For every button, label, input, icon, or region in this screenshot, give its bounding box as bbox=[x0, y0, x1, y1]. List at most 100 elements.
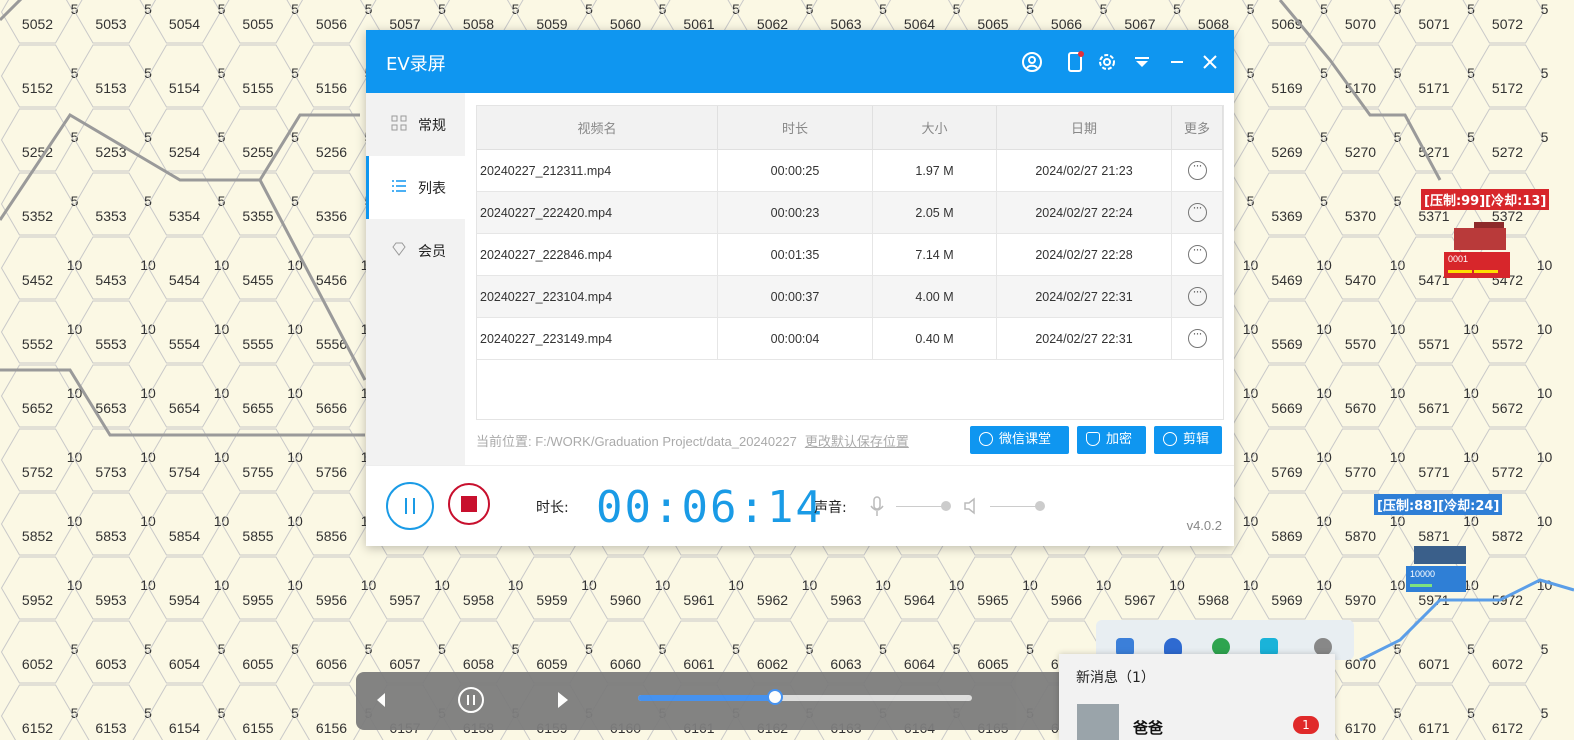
hex-id-label: 5752 bbox=[22, 464, 53, 480]
hex-id-label: 5356 bbox=[316, 208, 347, 224]
sidebar-item-general[interactable]: 常规 bbox=[366, 93, 465, 156]
sidebar-item-list[interactable]: 列表 bbox=[366, 156, 465, 219]
table-row[interactable]: 20240227_212311.mp4 00:00:25 1.97 M 2024… bbox=[477, 149, 1223, 192]
list-icon bbox=[392, 180, 406, 192]
hex-value-label: 5 bbox=[1394, 193, 1402, 209]
hex-id-label: 5853 bbox=[95, 528, 126, 544]
sidebar-item-vip[interactable]: 会员 bbox=[366, 219, 465, 282]
hex-cell bbox=[0, 300, 75, 364]
more-options-icon[interactable] bbox=[1187, 200, 1207, 222]
more-options-icon[interactable] bbox=[1187, 284, 1207, 306]
blue-tank-unit[interactable]: 10000 bbox=[1406, 544, 1472, 594]
table-row[interactable]: 20240227_223149.mp4 00:00:04 0.40 M 2024… bbox=[477, 317, 1223, 360]
hex-value-label: 5 bbox=[365, 1, 373, 17]
column-header-size[interactable]: 大小 bbox=[872, 106, 997, 150]
hex-id-label: 6155 bbox=[242, 720, 273, 736]
previous-icon[interactable] bbox=[366, 685, 396, 715]
hex-value-label: 5 bbox=[1247, 65, 1255, 81]
minimize-icon[interactable] bbox=[1165, 50, 1189, 74]
next-icon[interactable] bbox=[548, 685, 578, 715]
save-location: 当前位置: F:/WORK/Graduation Project/data_20… bbox=[476, 431, 909, 450]
progress-handle[interactable] bbox=[766, 689, 783, 705]
hex-id-label: 6061 bbox=[683, 656, 714, 672]
speaker-volume-handle[interactable] bbox=[1035, 501, 1045, 511]
microphone-icon[interactable] bbox=[869, 496, 885, 518]
stop-button[interactable] bbox=[448, 483, 490, 525]
hex-id-label: 5352 bbox=[22, 208, 53, 224]
ev-recorder-window: EV录屏 常规 列表 会员 视频名 时长 大小 日期 更多 20240227_2… bbox=[366, 30, 1234, 546]
wechat-class-button[interactable]: 微信课堂 bbox=[970, 426, 1069, 454]
hex-id-label: 5672 bbox=[1492, 400, 1523, 416]
hex-cell bbox=[1103, 556, 1177, 620]
cell-more bbox=[1171, 275, 1223, 318]
table-row[interactable]: 20240227_222846.mp4 00:01:35 7.14 M 2024… bbox=[477, 233, 1223, 276]
progress-bar[interactable] bbox=[638, 689, 972, 705]
hex-id-label: 5769 bbox=[1271, 464, 1302, 480]
hex-id-label: 5770 bbox=[1345, 464, 1376, 480]
hex-cell bbox=[515, 556, 589, 620]
hex-id-label: 5955 bbox=[242, 592, 273, 608]
hex-id-label: 6071 bbox=[1418, 656, 1449, 672]
hex-id-label: 6152 bbox=[22, 720, 53, 736]
column-header-date[interactable]: 日期 bbox=[996, 106, 1172, 150]
cell-duration: 00:00:04 bbox=[717, 317, 873, 360]
hex-id-label: 6060 bbox=[610, 656, 641, 672]
red-tank-unit[interactable]: 0001 bbox=[1444, 222, 1516, 286]
hex-cell bbox=[147, 556, 222, 620]
pause-icon[interactable] bbox=[456, 685, 486, 715]
hex-id-label: 6172 bbox=[1492, 720, 1523, 736]
hex-cell bbox=[1323, 172, 1398, 236]
cell-date: 2024/02/27 22:24 bbox=[996, 191, 1172, 234]
hex-cell bbox=[588, 556, 663, 620]
hex-value-label: 5 bbox=[291, 193, 299, 209]
cell-name: 20240227_212311.mp4 bbox=[477, 149, 718, 192]
column-header-duration[interactable]: 时长 bbox=[717, 106, 873, 150]
more-options-icon[interactable] bbox=[1187, 326, 1207, 348]
speaker-icon[interactable] bbox=[963, 497, 979, 515]
hex-id-label: 5553 bbox=[95, 336, 126, 352]
hex-value-label: 5 bbox=[144, 1, 152, 17]
pause-button[interactable] bbox=[386, 482, 434, 530]
column-header-name[interactable]: 视频名 bbox=[477, 106, 718, 150]
mic-volume-handle[interactable] bbox=[941, 501, 951, 511]
mic-volume-slider[interactable] bbox=[896, 506, 944, 507]
hex-value-label: 5 bbox=[291, 1, 299, 17]
phone-icon[interactable] bbox=[1063, 50, 1087, 74]
hex-id-label: 5354 bbox=[169, 208, 200, 224]
change-location-link[interactable]: 更改默认保存位置 bbox=[805, 434, 909, 449]
hex-id-label: 5755 bbox=[242, 464, 273, 480]
gear-icon[interactable] bbox=[1095, 50, 1119, 74]
speaker-volume-slider[interactable] bbox=[990, 506, 1038, 507]
hex-cell bbox=[662, 556, 736, 620]
message-notification[interactable]: 新消息（1） 爸爸 1 bbox=[1059, 654, 1335, 740]
user-icon[interactable] bbox=[1020, 50, 1044, 74]
more-options-icon[interactable] bbox=[1187, 158, 1207, 180]
edit-button[interactable]: 剪辑 bbox=[1154, 426, 1222, 454]
hex-id-label: 5655 bbox=[242, 400, 273, 416]
sidebar: 常规 列表 会员 bbox=[366, 93, 465, 465]
hex-id-label: 5572 bbox=[1492, 336, 1523, 352]
cell-name: 20240227_223149.mp4 bbox=[477, 317, 718, 360]
close-icon[interactable] bbox=[1198, 50, 1222, 74]
column-header-more: 更多 bbox=[1171, 106, 1223, 150]
hex-value-label: 5 bbox=[1467, 129, 1475, 145]
hex-id-label: 6170 bbox=[1345, 720, 1376, 736]
encrypt-button[interactable]: 加密 bbox=[1077, 426, 1146, 454]
hex-id-label: 5656 bbox=[316, 400, 347, 416]
button-label: 加密 bbox=[1106, 432, 1133, 447]
dropdown-icon[interactable] bbox=[1130, 50, 1154, 74]
table-row[interactable]: 20240227_223104.mp4 00:00:37 4.00 M 2024… bbox=[477, 275, 1223, 318]
hex-id-label: 5072 bbox=[1492, 16, 1523, 32]
recorder-bar: 时长: 00:06:14 声音: v4.0.2 bbox=[366, 465, 1234, 547]
hex-id-label: 5967 bbox=[1124, 592, 1155, 608]
table-row[interactable]: 20240227_222420.mp4 00:00:23 2.05 M 2024… bbox=[477, 191, 1223, 234]
more-options-icon[interactable] bbox=[1187, 242, 1207, 264]
hex-value-label: 10 bbox=[1537, 513, 1553, 529]
hex-value-label: 5 bbox=[585, 1, 593, 17]
hex-id-label: 5952 bbox=[22, 592, 53, 608]
hex-id-label: 5156 bbox=[316, 80, 347, 96]
hex-cell bbox=[1323, 556, 1398, 620]
titlebar[interactable]: EV录屏 bbox=[366, 30, 1234, 93]
hex-cell bbox=[1470, 428, 1545, 492]
hex-value-label: 5 bbox=[1247, 1, 1255, 17]
